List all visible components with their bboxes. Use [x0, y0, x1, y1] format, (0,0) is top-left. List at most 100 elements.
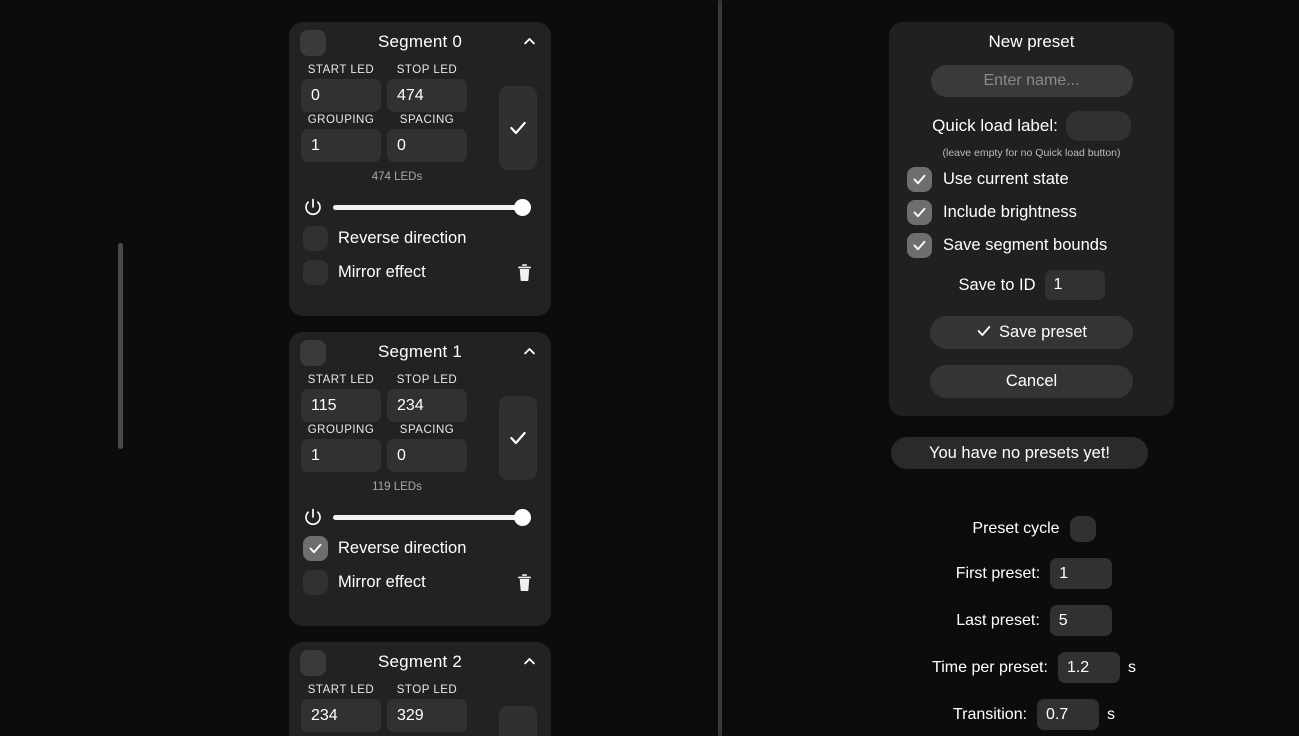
reverse-direction-row-0[interactable]: Reverse direction: [289, 226, 551, 251]
preset-name-input[interactable]: [930, 65, 1133, 97]
spacing-label-1: SPACING: [399, 424, 455, 436]
start-led-label-0: START LED: [307, 64, 375, 76]
include-brightness-row[interactable]: Include brightness: [889, 200, 1174, 225]
quick-load-input[interactable]: [1065, 111, 1131, 141]
segment-select-toggle-1[interactable]: [300, 340, 326, 366]
time-per-preset-unit: s: [1127, 658, 1136, 676]
cancel-button[interactable]: Cancel: [930, 365, 1133, 398]
use-current-state-row[interactable]: Use current state: [889, 167, 1174, 192]
delete-segment-button-0[interactable]: [515, 261, 535, 283]
grouping-input-1[interactable]: [301, 439, 381, 472]
segment-card-2: Segment 2 START LED STOP LED: [289, 642, 551, 736]
save-to-id-row: Save to ID: [889, 270, 1174, 300]
quick-load-hint: (leave empty for no Quick load button): [942, 147, 1121, 159]
mirror-effect-row-1[interactable]: Mirror effect: [289, 570, 551, 595]
start-led-label-1: START LED: [307, 374, 375, 386]
start-led-input-2[interactable]: [301, 699, 381, 732]
brightness-slider-thumb-1[interactable]: [514, 508, 531, 526]
check-icon: [976, 318, 992, 351]
new-preset-title: New preset: [988, 32, 1075, 51]
power-icon[interactable]: [303, 197, 323, 217]
apply-segment-button-0[interactable]: [499, 86, 537, 170]
segment-bounds-labels-0: START LED STOP LED: [289, 64, 551, 76]
mirror-effect-row-0[interactable]: Mirror effect: [289, 260, 551, 285]
segment-card-1: Segment 1 START LED STOP LED GROUPING SP…: [289, 332, 551, 626]
transition-unit: s: [1107, 705, 1116, 723]
brightness-slider-track-1: [333, 514, 531, 520]
brightness-slider-1[interactable]: [333, 507, 531, 527]
save-to-id-input[interactable]: [1044, 270, 1105, 300]
chevron-up-icon[interactable]: [522, 344, 537, 359]
segment-brightness-row-1: [289, 507, 551, 527]
spacing-input-0[interactable]: [387, 129, 467, 162]
segment-title-2: Segment 2: [377, 652, 463, 671]
chevron-up-icon[interactable]: [522, 654, 537, 669]
brightness-slider-track-0: [333, 204, 531, 210]
apply-segment-button-2[interactable]: [499, 706, 537, 736]
segment-brightness-row-0: [289, 197, 551, 217]
segment-select-toggle-2[interactable]: [300, 650, 326, 676]
segment-header-1: Segment 1: [289, 332, 551, 372]
mirror-effect-label-1: Mirror effect: [338, 573, 426, 591]
segment-title-0: Segment 0: [377, 32, 463, 51]
last-preset-input[interactable]: [1049, 605, 1112, 636]
include-brightness-checkbox[interactable]: [907, 200, 932, 225]
mirror-effect-checkbox-0[interactable]: [303, 260, 328, 285]
reverse-direction-checkbox-0[interactable]: [303, 226, 328, 251]
save-segment-bounds-checkbox[interactable]: [907, 233, 932, 258]
save-segment-bounds-row[interactable]: Save segment bounds: [889, 233, 1174, 258]
presets-column: New preset Quick load label: (leave empt…: [889, 0, 1179, 736]
column-divider: [718, 0, 722, 736]
segment-header-0: Segment 0: [289, 22, 551, 62]
segment-bounds-labels-2: START LED STOP LED: [289, 684, 551, 696]
transition-row: Transition: s: [889, 699, 1179, 730]
left-panel-scrollbar[interactable]: [118, 243, 123, 449]
save-preset-button[interactable]: Save preset: [930, 316, 1133, 349]
include-brightness-label: Include brightness: [943, 203, 1077, 221]
use-current-state-checkbox[interactable]: [907, 167, 932, 192]
save-to-id-label: Save to ID: [958, 275, 1036, 294]
segments-column: Segment 0 START LED STOP LED GROUPING SP…: [289, 0, 551, 736]
grouping-label-1: GROUPING: [307, 424, 375, 436]
start-led-label-2: START LED: [307, 684, 375, 696]
mirror-effect-checkbox-1[interactable]: [303, 570, 328, 595]
no-presets-message-button[interactable]: You have no presets yet!: [891, 437, 1148, 469]
reverse-direction-checkbox-1[interactable]: [303, 536, 328, 561]
delete-segment-button-1[interactable]: [515, 571, 535, 593]
reverse-direction-row-1[interactable]: Reverse direction: [289, 536, 551, 561]
preset-cycle-toggle[interactable]: [1069, 516, 1096, 542]
power-icon[interactable]: [303, 507, 323, 527]
start-led-input-0[interactable]: [301, 79, 381, 112]
preset-cycle-section: Preset cycle First preset: Last preset: …: [889, 500, 1179, 730]
grouping-input-0[interactable]: [301, 129, 381, 162]
brightness-slider-0[interactable]: [333, 197, 531, 217]
save-segment-bounds-label: Save segment bounds: [943, 236, 1108, 254]
stop-led-label-1: STOP LED: [396, 374, 458, 386]
cancel-label: Cancel: [1005, 372, 1058, 390]
first-preset-row: First preset:: [889, 558, 1179, 589]
transition-label: Transition:: [952, 705, 1028, 723]
preset-cycle-label: Preset cycle: [972, 520, 1060, 537]
segment-header-2: Segment 2: [289, 642, 551, 682]
stop-led-input-0[interactable]: [387, 79, 467, 112]
segment-title-1: Segment 1: [377, 342, 463, 361]
quick-load-label: Quick load label:: [932, 116, 1058, 135]
led-count-label-0: 474 LEDs: [371, 171, 423, 183]
segment-select-toggle-0[interactable]: [300, 30, 326, 56]
preset-cycle-row[interactable]: Preset cycle: [889, 516, 1179, 542]
wled-segments-presets-screen: Segment 0 START LED STOP LED GROUPING SP…: [0, 0, 1299, 736]
mirror-effect-label-0: Mirror effect: [338, 263, 426, 281]
transition-input[interactable]: [1037, 699, 1100, 730]
start-led-input-1[interactable]: [301, 389, 381, 422]
time-per-preset-input[interactable]: [1057, 652, 1120, 683]
stop-led-input-1[interactable]: [387, 389, 467, 422]
first-preset-input[interactable]: [1050, 558, 1113, 589]
stop-led-input-2[interactable]: [387, 699, 467, 732]
spacing-input-1[interactable]: [387, 439, 467, 472]
grouping-label-0: GROUPING: [307, 114, 375, 126]
brightness-slider-thumb-0[interactable]: [514, 198, 531, 216]
chevron-up-icon[interactable]: [522, 34, 537, 49]
save-preset-label: Save preset: [998, 323, 1088, 341]
stop-led-label-2: STOP LED: [396, 684, 458, 696]
apply-segment-button-1[interactable]: [499, 396, 537, 480]
